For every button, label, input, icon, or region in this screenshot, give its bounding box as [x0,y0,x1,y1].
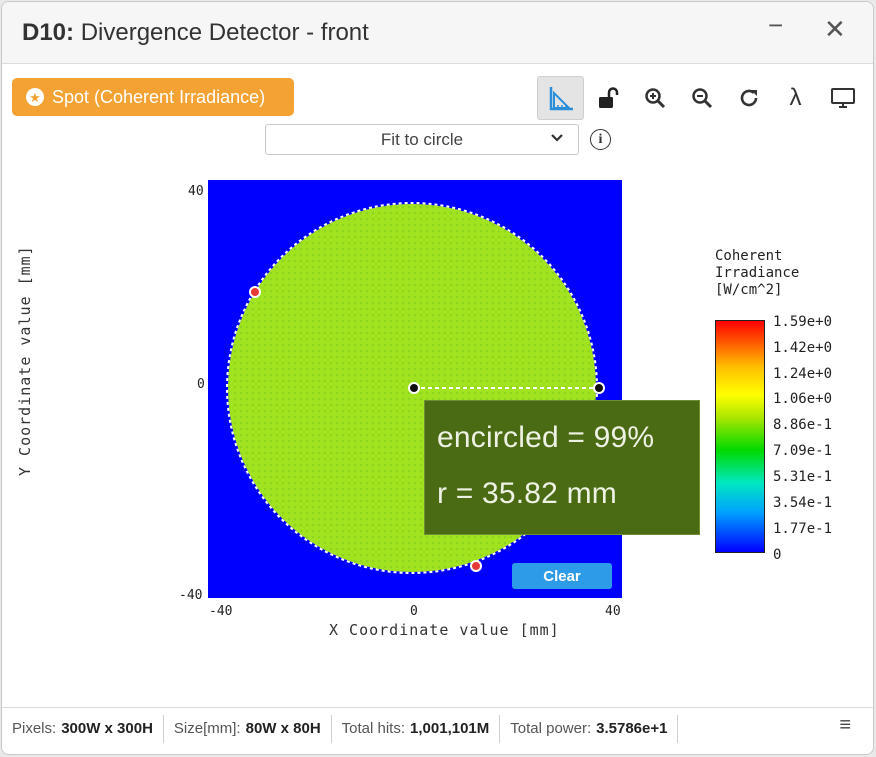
x-tick-mid: 0 [410,604,418,619]
x-axis-label: X Coordinate value [mm] [329,621,560,639]
legend-title: Coherent Irradiance [W/cm^2] [715,248,799,299]
window-title: D10: Divergence Detector - front [22,19,369,47]
colorbar-label: 1.42e+0 [773,340,833,356]
radius-value: r = 35.82 mm [437,477,617,510]
center-handle[interactable] [408,382,420,394]
colorbar-label: 8.86e-1 [773,417,833,433]
status-size: Size[mm]: 80W x 80H [164,714,332,743]
star-icon: ★ [26,88,44,106]
zoom-out-icon[interactable] [678,76,725,120]
status-power-value: 3.5786e+1 [596,720,668,737]
colorbar-label: 7.09e-1 [773,443,833,459]
status-power-label: Total power: [510,720,592,737]
zoom-in-icon[interactable] [631,76,678,120]
fit-mode-value: Fit to circle [380,129,464,149]
y-tick-mid: 0 [197,377,205,392]
radius-handle[interactable] [593,382,605,394]
clear-button[interactable]: Clear [512,563,612,589]
colorbar-label: 0 [773,547,782,563]
legend-title-line: [W/cm^2] [715,282,783,298]
status-power: Total power: 3.5786e+1 [500,714,679,743]
fit-point-handle[interactable] [249,286,261,298]
window-title-id: D10: [22,19,75,46]
y-tick-bottom: -40 [179,588,203,603]
status-hits-label: Total hits: [341,720,406,737]
minimize-icon[interactable]: − [768,10,783,41]
y-axis-label: Y Coordinate value [mm] [16,245,34,476]
spot-button-label: Spot (Coherent Irradiance) [52,86,266,107]
monitor-icon[interactable] [819,76,866,120]
chevron-down-icon [550,130,564,148]
ruler-icon[interactable] [537,76,584,120]
status-hits: Total hits: 1,001,101M [332,714,501,743]
colorbar-label: 5.31e-1 [773,469,833,485]
encircled-value: encircled = 99% [437,421,655,454]
encircled-energy-tooltip: encircled = 99% r = 35.82 mm [424,400,700,535]
status-hits-value: 1,001,101M [410,720,490,737]
colorbar-label: 1.24e+0 [773,366,833,382]
colorbar-label: 1.06e+0 [773,391,833,407]
status-bar: Pixels: 300W x 300H Size[mm]: 80W x 80H … [2,707,873,749]
refresh-icon[interactable] [725,76,772,120]
close-icon[interactable]: ✕ [824,14,846,45]
status-size-value: 80W x 80H [245,720,321,737]
plot-toolbar: λ [537,76,866,120]
colorbar [715,320,765,553]
legend-title-line: Irradiance [715,265,800,281]
window-title-text: Divergence Detector - front [80,19,369,46]
fit-point-handle[interactable] [470,560,482,572]
irradiance-plot[interactable] [208,180,622,598]
y-tick-top: 40 [188,184,204,199]
hamburger-menu-icon[interactable]: ≡ [839,714,851,737]
divergence-detector-window: D10: Divergence Detector - front − ✕ ★ S… [1,1,874,755]
colorbar-label: 1.77e-1 [773,521,833,537]
status-size-label: Size[mm]: [173,720,241,737]
info-icon[interactable]: i [590,129,611,150]
x-tick-right: 40 [605,604,621,619]
fit-mode-select[interactable]: Fit to circle [265,124,579,155]
status-pixels-label: Pixels: [12,720,57,737]
unlock-icon[interactable] [584,76,631,120]
x-tick-left: -40 [209,604,233,619]
status-pixels-value: 300W x 300H [61,720,153,737]
colorbar-label: 3.54e-1 [773,495,833,511]
colorbar-label: 1.59e+0 [773,314,833,330]
spot-coherent-irradiance-button[interactable]: ★ Spot (Coherent Irradiance) [12,78,294,116]
title-bar: D10: Divergence Detector - front − ✕ [2,2,873,64]
status-pixels: Pixels: 300W x 300H [2,714,164,743]
legend-title-line: Coherent [715,248,783,264]
lambda-icon[interactable]: λ [772,76,819,120]
